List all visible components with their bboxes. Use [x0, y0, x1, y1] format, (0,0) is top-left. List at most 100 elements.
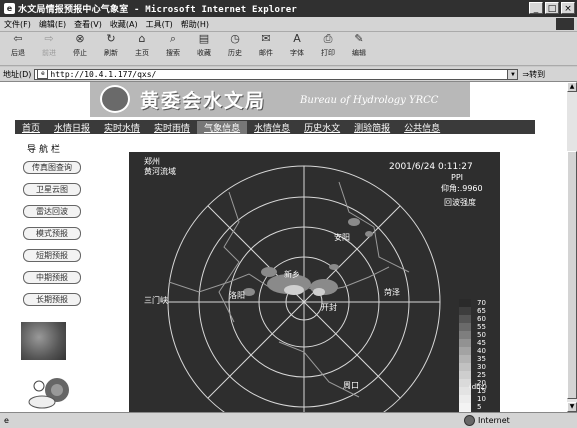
place-anyang: 安阳	[334, 233, 350, 242]
sidebar-button[interactable]: 传真图查询	[23, 161, 81, 174]
print-icon: ⎙	[323, 32, 333, 45]
refresh-button[interactable]: ↻ 刷新	[97, 32, 125, 64]
mail-button[interactable]: ✉ 邮件	[252, 32, 280, 64]
nav-link[interactable]: 公共信息	[397, 121, 447, 134]
font-icon: A	[293, 32, 301, 45]
weather-cartoon-icon	[27, 374, 77, 412]
page-content: 黄委会水文局 Bureau of Hydrology YRCC 首页 水情日报 实时…	[0, 82, 567, 412]
legend-value: 10	[477, 395, 486, 403]
go-button[interactable]: ⇒转到	[518, 69, 545, 80]
sidebar-button[interactable]: 卫星云图	[23, 183, 81, 196]
sidebar-button[interactable]: 短期预报	[23, 249, 81, 262]
history-icon: ◷	[230, 32, 240, 45]
legend-value: 30	[477, 363, 486, 371]
print-button[interactable]: ⎙ 打印	[314, 32, 342, 64]
home-button[interactable]: ⌂ 主页	[128, 32, 156, 64]
legend-swatch	[459, 339, 471, 347]
nav-link[interactable]: 水情信息	[247, 121, 297, 134]
legend-swatch	[459, 403, 471, 411]
forward-button: ⇨ 前进	[35, 32, 63, 64]
legend-swatch	[459, 363, 471, 371]
radar-image: 郑州 黄河流域 2001/6/24 0:11:27 PPI 仰角:.9960 回…	[129, 152, 500, 412]
legend-value: 65	[477, 307, 486, 315]
sidebar-button[interactable]: 模式预报	[23, 227, 81, 240]
font-button[interactable]: A 字体	[283, 32, 311, 64]
legend-value: 70	[477, 299, 486, 307]
security-zone: Internet	[464, 415, 510, 426]
edit-button[interactable]: ✎ 编辑	[345, 32, 373, 64]
address-label: 地址(D)	[3, 69, 32, 79]
menu-file[interactable]: 文件(F)	[0, 19, 35, 30]
toolbar-label: 打印	[321, 49, 335, 57]
nav-link[interactable]: 气象信息	[197, 120, 248, 134]
radar-product: PPI	[451, 173, 464, 182]
sidebar-button[interactable]: 中期预报	[23, 271, 81, 284]
legend-swatch	[459, 299, 471, 307]
address-input[interactable]: e http://10.4.1.177/qxs/ ▼	[34, 68, 519, 80]
menu-view[interactable]: 查看(V)	[70, 19, 106, 30]
nav-link[interactable]: 测验简报	[347, 121, 397, 134]
nav-link[interactable]: 首页	[15, 121, 47, 134]
place-sanmenxia: 三门峡	[144, 296, 168, 305]
ie-throbber-icon	[556, 18, 574, 30]
maximize-button[interactable]: □	[545, 2, 559, 14]
nav-link[interactable]: 水情日报	[47, 121, 97, 134]
address-url: http://10.4.1.177/qxs/	[50, 69, 157, 79]
legend-swatch	[459, 307, 471, 315]
sidebar-button[interactable]: 长期预报	[23, 293, 81, 306]
toolbar-label: 刷新	[104, 49, 118, 57]
internet-globe-icon	[464, 415, 475, 426]
vertical-scrollbar[interactable]: ▲ ▼	[567, 82, 577, 412]
window-title: 水文局情报预报中心气象室 - Microsoft Internet Explor…	[18, 5, 297, 15]
scroll-down-arrow-icon[interactable]: ▼	[567, 402, 577, 412]
radar-field: 回波强度	[444, 198, 476, 207]
zone-label: Internet	[478, 416, 510, 425]
menu-favorites[interactable]: 收藏(A)	[106, 19, 142, 30]
ie-logo-icon: e	[4, 3, 15, 14]
radar-region: 黄河流域	[144, 167, 176, 176]
site-banner: 黄委会水文局 Bureau of Hydrology YRCC	[90, 82, 470, 117]
stop-button[interactable]: ⊗ 停止	[66, 32, 94, 64]
place-zhoukou: 周口	[343, 381, 359, 390]
menu-tools[interactable]: 工具(T)	[142, 19, 177, 30]
address-bar: 地址(D) e http://10.4.1.177/qxs/ ▼ ⇒转到	[0, 67, 577, 82]
toolbar-label: 前进	[42, 49, 56, 57]
home-icon: ⌂	[138, 32, 146, 45]
banner-subtitle: Bureau of Hydrology YRCC	[300, 95, 439, 106]
back-button[interactable]: ⇦ 后退	[4, 32, 32, 64]
yrcc-logo-icon	[100, 85, 130, 113]
sidebar-button[interactable]: 雷达回波	[23, 205, 81, 218]
menu-edit[interactable]: 编辑(E)	[35, 19, 70, 30]
legend-value: 35	[477, 355, 486, 363]
mail-icon: ✉	[261, 32, 271, 45]
toolbar-label: 编辑	[352, 49, 366, 57]
address-dropdown-button[interactable]: ▼	[507, 69, 518, 79]
nav-link[interactable]: 实时水情	[97, 121, 147, 134]
satellite-image-thumbnail[interactable]	[21, 322, 66, 360]
menu-help[interactable]: 帮助(H)	[177, 19, 213, 30]
back-icon: ⇦	[13, 32, 23, 45]
place-heze: 菏泽	[384, 288, 400, 297]
nav-link[interactable]: 实时雨情	[147, 121, 197, 134]
scroll-thumb[interactable]	[567, 151, 577, 399]
close-button[interactable]: ×	[561, 2, 575, 14]
stop-icon: ⊗	[75, 32, 85, 45]
minimize-button[interactable]: _	[529, 2, 543, 14]
favorites-icon: ▤	[198, 32, 210, 45]
site-nav: 首页 水情日报 实时水情 实时雨情 气象信息 水情信息 历史水文 测验简报 公共信息	[15, 120, 535, 134]
sidebar: 导航栏 传真图查询 卫星云图 雷达回波 模式预报 短期预报 中期预报 长期预报	[15, 142, 110, 315]
status-page-icon: e	[4, 416, 9, 425]
legend-swatch	[459, 355, 471, 363]
history-button[interactable]: ◷ 历史	[221, 32, 249, 64]
nav-link[interactable]: 历史水文	[297, 121, 347, 134]
toolbar-label: 搜索	[166, 49, 180, 57]
place-luoyang: 洛阳	[229, 291, 245, 300]
legend-value: 50	[477, 331, 486, 339]
favorites-button[interactable]: ▤ 收藏	[190, 32, 218, 64]
page-icon: e	[37, 69, 49, 79]
search-button[interactable]: ⌕ 搜索	[159, 32, 187, 64]
scroll-up-arrow-icon[interactable]: ▲	[567, 82, 577, 92]
toolbar-label: 停止	[73, 49, 87, 57]
legend-swatch	[459, 315, 471, 323]
forward-icon: ⇨	[44, 32, 54, 45]
